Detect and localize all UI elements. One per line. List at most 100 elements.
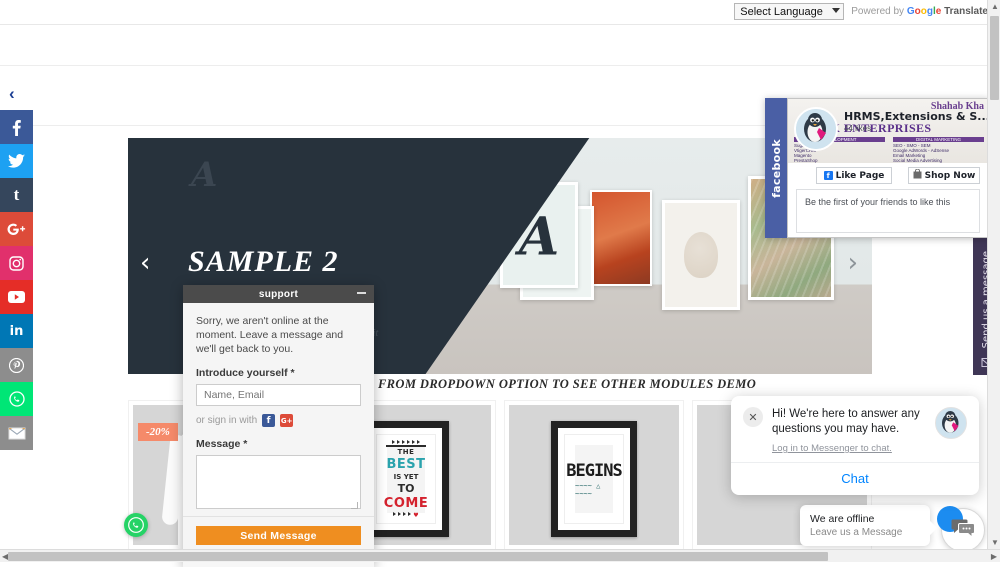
facebook-tab-label: facebook <box>769 138 783 198</box>
poster-line-1: BEGINS <box>566 460 622 481</box>
zendesk-title: support <box>258 288 299 300</box>
zendesk-message-textarea[interactable] <box>196 455 361 509</box>
facebook-likes-count: 44 likes <box>844 124 872 133</box>
facebook-panel: Shahab Kha AB FK ENTERPRISES DEVELOPMENT… <box>787 98 989 238</box>
page-back-arrow[interactable]: ‹ <box>9 85 15 102</box>
horizontal-scrollbar[interactable]: ◀ ▶ <box>0 549 1000 562</box>
vertical-scrollbar[interactable]: ▲ ▼ <box>987 0 1000 549</box>
offline-status-bubble[interactable]: We are offline Leave us a Message <box>800 505 930 546</box>
carousel-prev-arrow[interactable]: ‹ <box>140 250 150 276</box>
social-share-rail: t in <box>0 110 33 450</box>
shop-bag-icon <box>913 168 922 182</box>
art-frame-sketch <box>662 200 740 310</box>
messenger-text: Hi! We're here to answer any questions y… <box>772 407 926 454</box>
social-twitter-icon[interactable] <box>0 144 33 178</box>
facebook-page-name[interactable]: HRMS,Extensions & S... <box>844 110 988 123</box>
facebook-page-avatar <box>794 107 838 151</box>
social-email-icon[interactable] <box>0 416 33 450</box>
social-googleplus-icon[interactable] <box>0 212 33 246</box>
language-select-wrapper[interactable]: Select LanguageEnglishFrenchSpanishGerma… <box>734 3 845 20</box>
facebook-page-widget[interactable]: facebook Shahab Kha AB FK ENTERPRISES DE… <box>765 98 989 238</box>
chat-bubbles-icon <box>951 519 975 542</box>
horizontal-scrollbar-thumb[interactable] <box>8 552 828 561</box>
topbar <box>0 25 1000 66</box>
discount-badge: -20% <box>138 423 178 441</box>
cover-col2-heading: DIGITAL MARKETING <box>893 137 984 142</box>
messenger-greeting: Hi! We're here to answer any questions y… <box>772 408 920 435</box>
googleplus-signin-icon[interactable]: G+ <box>280 414 294 427</box>
poster-artwork: THE BEST IS YET TO COME ♥ <box>383 439 429 519</box>
language-select[interactable]: Select LanguageEnglishFrenchSpanishGerma… <box>734 3 845 20</box>
like-page-label: Like Page <box>835 170 885 181</box>
send-message-button[interactable]: Send Message <box>196 526 361 545</box>
messenger-login-link[interactable]: Log in to Messenger to chat. <box>772 443 926 454</box>
facebook-side-tab[interactable]: facebook <box>765 98 787 238</box>
cover-column-2: DIGITAL MARKETING SEO - SMO - SEM Google… <box>893 137 984 163</box>
poster-line-2: ~~~~ △ ~~~~ <box>575 481 601 498</box>
poster-ornament-top <box>392 439 420 444</box>
art-frame-red <box>590 190 652 286</box>
poster-line-5: COME <box>383 495 429 511</box>
messenger-top: ✕ Hi! We're here to answer any questions… <box>731 396 979 462</box>
close-icon[interactable]: ✕ <box>743 407 763 427</box>
poster-rule <box>386 444 426 447</box>
scroll-down-arrow[interactable]: ▼ <box>991 538 999 547</box>
zendesk-social-signin: or sign in with f G+ <box>196 414 361 427</box>
social-facebook-icon[interactable] <box>0 110 33 144</box>
zendesk-message-wrap <box>196 455 361 512</box>
carousel-next-arrow[interactable]: › <box>848 250 858 276</box>
resize-handle-icon[interactable] <box>351 502 358 509</box>
poster-ornament-bottom: ♥ <box>393 511 419 519</box>
zendesk-name-input[interactable] <box>196 384 361 406</box>
translate-wordmark: Translate <box>944 6 988 17</box>
powered-by-label: Powered by Google Translate <box>851 6 988 17</box>
poster-line-1: THE <box>397 447 415 456</box>
google-translate-bar: Select LanguageEnglishFrenchSpanishGerma… <box>0 0 1000 25</box>
zendesk-footer: Send Message <box>183 516 374 550</box>
minimize-icon[interactable] <box>357 292 366 294</box>
poster-mat: BEGINS ~~~~ △ ~~~~ <box>564 434 624 524</box>
shop-now-label: Shop Now <box>924 170 976 181</box>
social-instagram-icon[interactable] <box>0 246 33 280</box>
messenger-widget[interactable]: ✕ Hi! We're here to answer any questions… <box>731 396 979 495</box>
poster-frame: THE BEST IS YET TO COME ♥ <box>363 421 449 537</box>
facebook-f-icon: f <box>823 171 833 180</box>
messenger-avatar <box>935 407 967 439</box>
poster-mat: THE BEST IS YET TO COME ♥ <box>376 434 436 524</box>
facebook-signin-icon[interactable]: f <box>262 414 276 427</box>
social-tumblr-icon[interactable]: t <box>0 178 33 212</box>
vertical-scrollbar-thumb[interactable] <box>990 16 999 100</box>
google-wordmark: Google <box>906 6 942 17</box>
poster-artwork: BEGINS ~~~~ △ ~~~~ <box>566 445 623 513</box>
zendesk-message-label: Message * <box>196 438 248 450</box>
whatsapp-float-button[interactable] <box>124 513 148 537</box>
messenger-chat-button[interactable]: Chat <box>731 462 979 495</box>
facebook-like-page-button[interactable]: f Like Page <box>816 167 892 184</box>
zendesk-header[interactable]: support <box>183 285 374 303</box>
facebook-shop-now-button[interactable]: Shop Now <box>908 167 980 184</box>
poster-line-2: BEST <box>386 456 426 472</box>
facebook-note: Be the first of your friends to like thi… <box>796 189 980 233</box>
zendesk-intro-text: Sorry, we aren't online at the moment. L… <box>196 315 344 355</box>
poster-frame: BEGINS ~~~~ △ ~~~~ <box>551 421 637 537</box>
carousel-title: SAMPLE 2 <box>188 245 339 278</box>
offline-title: We are offline <box>810 513 875 525</box>
product-card-poster-begins[interactable]: BEGINS ~~~~ △ ~~~~ <box>504 400 684 550</box>
chevron-down-icon <box>832 8 841 13</box>
carousel-watermark-letter: A <box>191 155 218 195</box>
zendesk-signin-label: or sign in with <box>196 415 258 426</box>
scroll-right-arrow[interactable]: ▶ <box>991 553 997 561</box>
social-pinterest-icon[interactable] <box>0 348 33 382</box>
scroll-up-arrow[interactable]: ▲ <box>991 2 999 11</box>
social-youtube-icon[interactable] <box>0 280 33 314</box>
social-whatsapp-icon[interactable] <box>0 382 33 416</box>
poster-line-3: IS YET <box>393 472 419 481</box>
offline-subtitle: Leave us a Message <box>810 527 903 538</box>
social-linkedin-icon[interactable]: in <box>0 314 33 348</box>
chat-fab-button[interactable] <box>937 506 985 552</box>
zendesk-body: Sorry, we aren't online at the moment. L… <box>183 303 374 516</box>
zendesk-name-label: Introduce yourself * <box>196 367 295 379</box>
powered-by-text: Powered by <box>851 6 905 17</box>
zendesk-support-widget[interactable]: support Sorry, we aren't online at the m… <box>183 285 374 567</box>
poster-line-4: TO <box>397 481 415 495</box>
